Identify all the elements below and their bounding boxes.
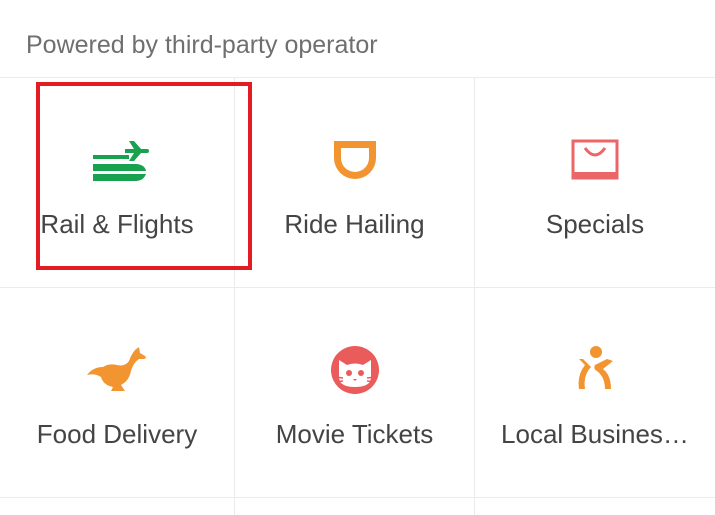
kangaroo-icon: [85, 345, 149, 395]
tile-ride-hailing[interactable]: Ride Hailing: [235, 78, 475, 288]
tile-movie-tickets[interactable]: Movie Tickets: [235, 288, 475, 498]
tile-label: Food Delivery: [36, 419, 198, 449]
train-plane-icon: [85, 136, 149, 186]
services-grid: Rail & Flights Ride Hailing Specials Foo…: [0, 78, 715, 515]
tile-label: Rail & Flights: [40, 209, 194, 239]
tile-food-delivery[interactable]: Food Delivery: [0, 288, 235, 498]
tile-specials[interactable]: Specials: [475, 78, 715, 288]
person-icon: [563, 345, 627, 395]
tile-partial: [235, 498, 475, 515]
tile-rail-flights[interactable]: Rail & Flights: [0, 78, 235, 288]
section-header: Powered by third-party operator: [0, 0, 715, 78]
tile-label: Ride Hailing: [284, 209, 425, 239]
tile-label: Local Busines…: [501, 419, 689, 449]
tile-partial: [0, 498, 235, 515]
tile-local-business[interactable]: Local Busines…: [475, 288, 715, 498]
tile-label: Movie Tickets: [275, 419, 434, 449]
tile-partial: [475, 498, 715, 515]
shopping-bag-icon: [563, 136, 627, 186]
cat-face-icon: [323, 345, 387, 395]
powered-by-text: Powered by third-party operator: [26, 31, 378, 59]
ride-hailing-d-icon: [323, 136, 387, 186]
tile-label: Specials: [545, 209, 645, 239]
